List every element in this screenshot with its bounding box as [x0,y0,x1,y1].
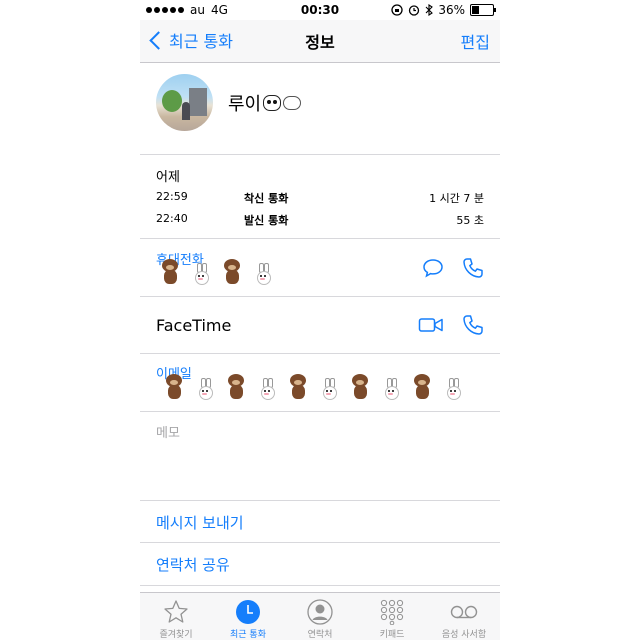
clock-icon [236,600,260,624]
chevron-left-icon [149,30,168,50]
lock-rotation-icon [391,4,403,16]
call-log: 어제 22:59 착신 통화 1 시간 7 분 22:40 발신 통화 55 초 [140,155,500,239]
video-camera-icon[interactable] [418,316,444,334]
send-message-label: 메시지 보내기 [156,514,244,532]
call-time: 22:40 [156,212,188,225]
tab-label: 최근 통화 [230,630,266,640]
thought-bubble-emoji-icon [283,96,302,110]
facetime-label: FaceTime [156,316,232,335]
email-row[interactable]: 이메일 [140,354,500,412]
alarm-icon [409,5,420,16]
contact-info-screen: au 4G 00:30 36% 최근 통화 정보 편집 루이 어제 22:59 … [140,0,500,640]
bunny-sticker-icon [194,263,209,285]
tab-voicemail[interactable]: 음성 사서함 [428,593,500,640]
tab-favorites[interactable]: 즐겨찾기 [140,593,212,640]
call-duration: 55 초 [456,214,484,227]
tab-bar: 즐겨찾기 최근 통화 연락처 키패드 음성 사서함 [140,592,500,640]
voicemail-icon [450,605,478,619]
bluetooth-icon [425,4,434,16]
star-icon [164,600,188,623]
tab-keypad[interactable]: 키패드 [356,593,428,640]
memo-field[interactable]: 메모 [140,412,500,501]
contact-name: 루이 [228,90,302,116]
contact-name-text: 루이 [228,94,262,115]
send-message-button[interactable]: 메시지 보내기 [140,501,500,543]
bear-sticker-icon [288,374,308,400]
tab-label: 음성 사서함 [441,630,487,640]
keypad-icon [380,599,404,625]
tab-label: 키패드 [379,630,405,640]
call-time: 22:59 [156,190,188,203]
battery-percent: 36% [438,3,465,17]
call-duration: 1 시간 7 분 [429,192,484,205]
bunny-sticker-icon [446,378,461,400]
navigation-bar: 최근 통화 정보 편집 [140,20,500,63]
sticker-strip [164,374,461,400]
call-type: 착신 통화 [244,192,289,205]
panda-emoji-icon [263,95,282,111]
bear-sticker-icon [222,259,242,285]
call-log-row: 22:40 발신 통화 55 초 [140,212,500,230]
avatar [156,74,213,131]
bear-sticker-icon [350,374,370,400]
tab-contacts[interactable]: 연락처 [284,593,356,640]
bear-sticker-icon [412,374,432,400]
tab-recents[interactable]: 최근 통화 [212,593,284,640]
back-button[interactable]: 최근 통화 [148,28,233,52]
contact-header: 루이 [140,62,500,155]
memo-label: 메모 [156,426,180,441]
share-contact-label: 연락처 공유 [156,556,230,574]
bear-sticker-icon [164,374,184,400]
message-icon[interactable] [422,258,444,278]
bunny-sticker-icon [384,378,399,400]
call-log-date: 어제 [156,170,180,185]
bunny-sticker-icon [256,263,271,285]
person-icon [307,599,333,625]
mobile-phone-row[interactable]: 휴대전화 [140,239,500,297]
sticker-strip [160,259,271,285]
bunny-sticker-icon [322,378,337,400]
phone-icon[interactable] [462,257,484,279]
facetime-row[interactable]: FaceTime [140,297,500,354]
call-log-row: 22:59 착신 통화 1 시간 7 분 [140,190,500,208]
share-contact-button[interactable]: 연락처 공유 [140,543,500,586]
call-type: 발신 통화 [244,214,289,227]
edit-button[interactable]: 편집 [461,29,490,53]
tab-label: 연락처 [307,630,333,640]
tab-label: 즐겨찾기 [159,630,193,640]
status-bar: au 4G 00:30 36% [140,0,500,20]
bunny-sticker-icon [198,378,213,400]
bear-sticker-icon [160,259,180,285]
back-button-label: 최근 통화 [169,32,233,51]
bear-sticker-icon [226,374,246,400]
bunny-sticker-icon [260,378,275,400]
battery-icon [470,4,496,16]
phone-icon[interactable] [462,314,484,336]
